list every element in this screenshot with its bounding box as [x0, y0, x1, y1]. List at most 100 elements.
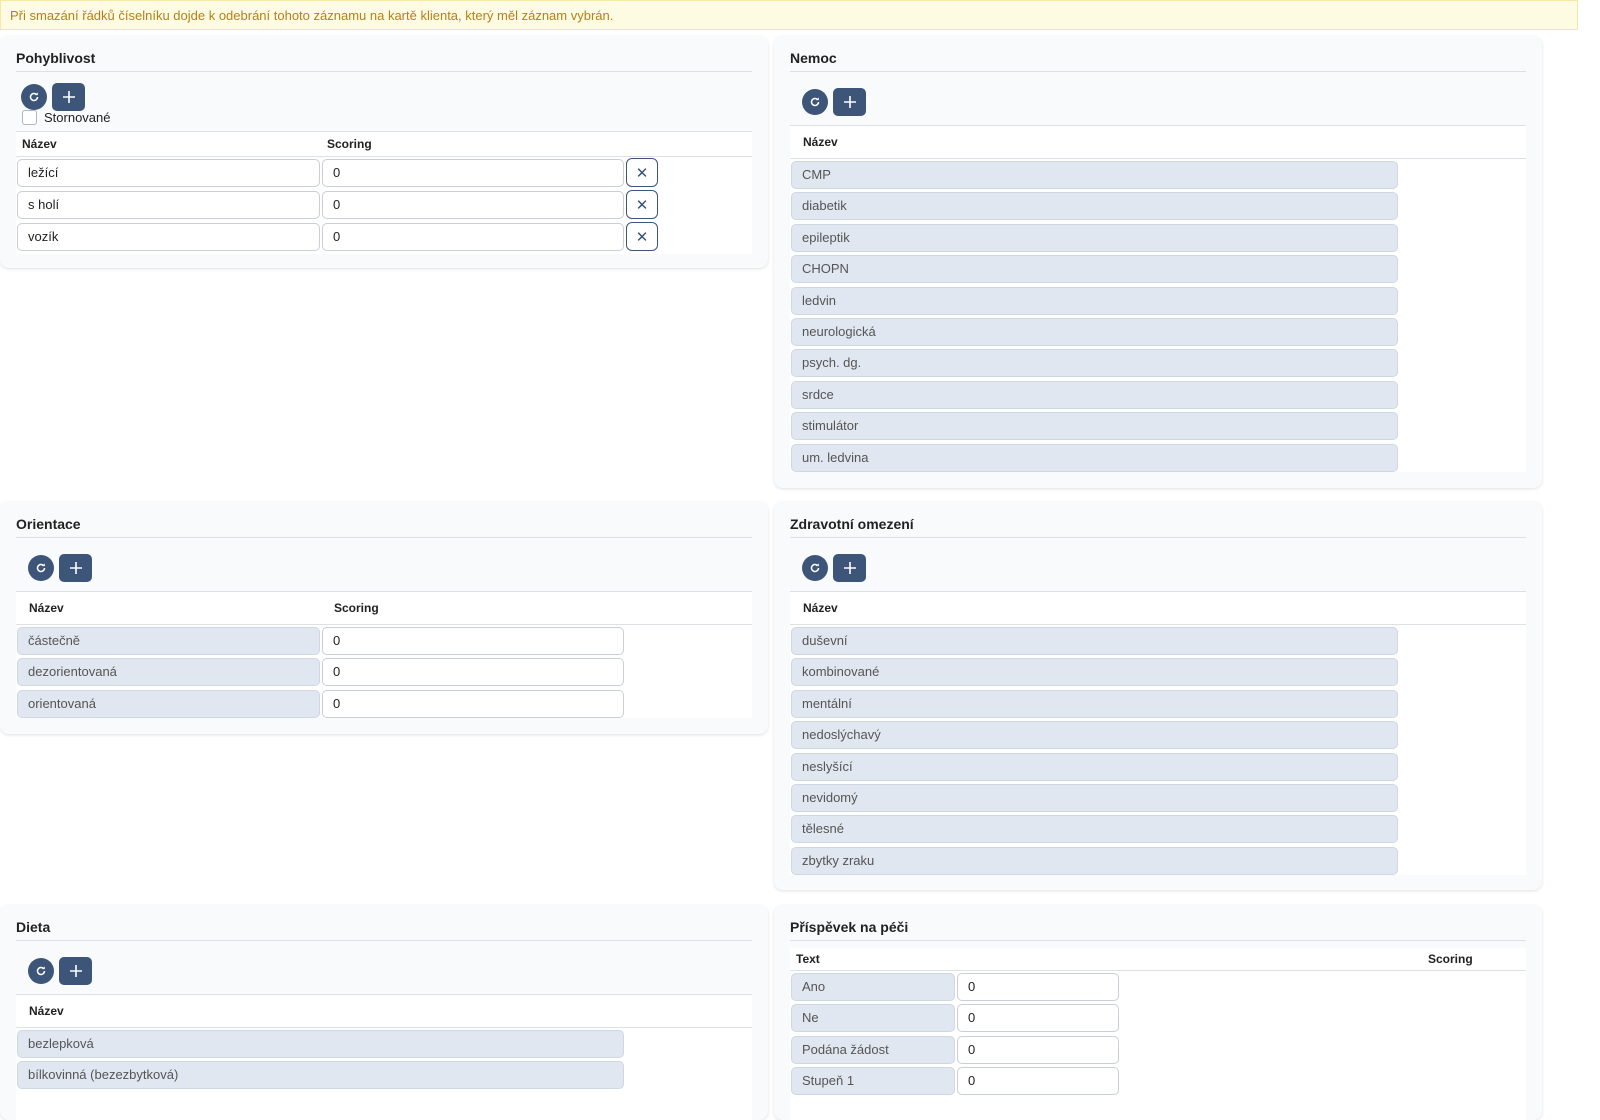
nemoc-table: Název CMP diabetik epileptik CHOPN ledvi…: [790, 125, 1526, 472]
add-button[interactable]: [59, 554, 92, 582]
panel-title: Pohyblivost: [16, 50, 96, 66]
warning-banner: Při smazání řádků číselníku dojde k odeb…: [0, 0, 1578, 30]
scoring-field[interactable]: 0: [322, 658, 624, 687]
list-item: tělesné: [790, 813, 1526, 844]
name-field[interactable]: diabetik: [791, 192, 1398, 221]
table-header: Název: [16, 994, 752, 1028]
name-field[interactable]: částečně: [17, 627, 320, 655]
name-field[interactable]: epileptik: [791, 223, 1398, 252]
scoring-field[interactable]: 0: [322, 627, 624, 655]
stornovane-filter[interactable]: Stornované: [22, 110, 111, 125]
name-field[interactable]: CHOPN: [791, 255, 1398, 284]
name-field[interactable]: dezorientovaná: [17, 658, 320, 687]
list-item: srdce: [790, 379, 1526, 410]
name-field[interactable]: srdce: [791, 380, 1398, 409]
table-row: vozík 0 ✕: [16, 221, 752, 253]
zdravotni-table: Název duševní kombinované mentální nedos…: [790, 591, 1526, 875]
column-header-scoring: Scoring: [1428, 952, 1473, 966]
panel-title: Příspěvek na péči: [790, 919, 909, 935]
name-field[interactable]: tělesné: [791, 815, 1398, 844]
plus-icon: [843, 96, 856, 108]
list-item: stimulátor: [790, 410, 1526, 441]
add-button[interactable]: [833, 88, 866, 116]
divider: [16, 940, 752, 941]
remove-row-button[interactable]: ✕: [626, 222, 658, 251]
scoring-field[interactable]: 0: [957, 1004, 1119, 1033]
panel-nemoc: Nemoc Název CMP diabetik epileptik CHOPN…: [774, 36, 1542, 488]
table-row: částečně 0: [16, 625, 752, 656]
scoring-field[interactable]: 0: [322, 159, 624, 187]
name-field[interactable]: stimulátor: [791, 412, 1398, 441]
name-field[interactable]: bezlepková: [17, 1030, 624, 1058]
divider: [790, 537, 1526, 538]
table-row: Ano 0: [790, 971, 1526, 1002]
stornovane-label: Stornované: [44, 110, 111, 125]
refresh-icon: [29, 92, 39, 102]
name-field[interactable]: mentální: [791, 689, 1398, 718]
scoring-field[interactable]: 0: [322, 191, 624, 219]
list-item: neslyšící: [790, 751, 1526, 782]
panel-orientace: Orientace Název Scoring částečně 0 dezor…: [0, 502, 768, 734]
table-row: s holí 0 ✕: [16, 189, 752, 221]
name-field[interactable]: zbytky zraku: [791, 846, 1398, 875]
panel-title: Zdravotní omezení: [790, 516, 914, 532]
name-field[interactable]: neurologická: [791, 317, 1398, 346]
plus-icon: [843, 562, 856, 574]
divider: [790, 940, 1526, 941]
name-field[interactable]: nevidomý: [791, 783, 1398, 812]
name-field[interactable]: Podána žádost: [791, 1035, 955, 1064]
add-button[interactable]: [52, 83, 85, 111]
panel-pohyblivost: Pohyblivost Stornované Název Scoring lež…: [0, 36, 768, 268]
name-field[interactable]: ledvin: [791, 286, 1398, 315]
remove-row-button[interactable]: ✕: [626, 190, 658, 219]
list-item: epileptik: [790, 222, 1526, 253]
name-field[interactable]: Ne: [791, 1004, 955, 1033]
name-field[interactable]: s holí: [17, 191, 320, 219]
refresh-button[interactable]: [21, 84, 47, 110]
list-item: nevidomý: [790, 782, 1526, 813]
name-field[interactable]: bílkovinná (bezezbytková): [17, 1061, 624, 1090]
refresh-button[interactable]: [802, 555, 828, 581]
panel-title: Orientace: [16, 516, 81, 532]
name-field[interactable]: duševní: [791, 627, 1398, 655]
refresh-icon: [810, 563, 820, 573]
refresh-button[interactable]: [28, 958, 54, 984]
name-field[interactable]: neslyšící: [791, 752, 1398, 781]
refresh-button[interactable]: [28, 555, 54, 581]
close-icon: ✕: [635, 164, 649, 182]
scoring-field[interactable]: 0: [957, 1035, 1119, 1064]
column-header-text: Text: [796, 952, 820, 966]
name-field[interactable]: vozík: [17, 223, 320, 251]
table-row: Podána žádost 0: [790, 1034, 1526, 1065]
remove-row-button[interactable]: ✕: [626, 158, 658, 187]
scoring-field[interactable]: 0: [957, 1067, 1119, 1096]
name-field[interactable]: nedoslýchavý: [791, 721, 1398, 750]
name-field[interactable]: Ano: [791, 973, 955, 1001]
name-field[interactable]: Stupeň 1: [791, 1067, 955, 1096]
list-item: CHOPN: [790, 253, 1526, 284]
add-button[interactable]: [833, 554, 866, 582]
dieta-table: Název bezlepková bílkovinná (bezezbytkov…: [16, 994, 752, 1120]
name-field[interactable]: um. ledvina: [791, 443, 1398, 472]
divider: [790, 71, 1526, 72]
scoring-field[interactable]: 0: [957, 973, 1119, 1001]
scoring-field[interactable]: 0: [322, 689, 624, 718]
add-button[interactable]: [59, 957, 92, 985]
column-header-nazev: Název: [803, 601, 838, 615]
refresh-button[interactable]: [802, 89, 828, 115]
name-field[interactable]: CMP: [791, 161, 1398, 189]
table-row: dezorientovaná 0: [16, 656, 752, 687]
name-field[interactable]: kombinované: [791, 658, 1398, 687]
scoring-field[interactable]: 0: [322, 223, 624, 251]
list-item: mentální: [790, 688, 1526, 719]
name-field[interactable]: ležící: [17, 159, 320, 187]
list-item: nedoslýchavý: [790, 719, 1526, 750]
pohyblivost-table: Název Scoring ležící 0 ✕ s holí 0 ✕ vozí…: [16, 131, 752, 254]
panel-title: Dieta: [16, 919, 51, 935]
refresh-icon: [36, 563, 46, 573]
name-field[interactable]: orientovaná: [17, 689, 320, 718]
stornovane-checkbox[interactable]: [22, 110, 37, 125]
name-field[interactable]: psych. dg.: [791, 349, 1398, 378]
list-item: neurologická: [790, 316, 1526, 347]
plus-icon: [62, 91, 75, 103]
